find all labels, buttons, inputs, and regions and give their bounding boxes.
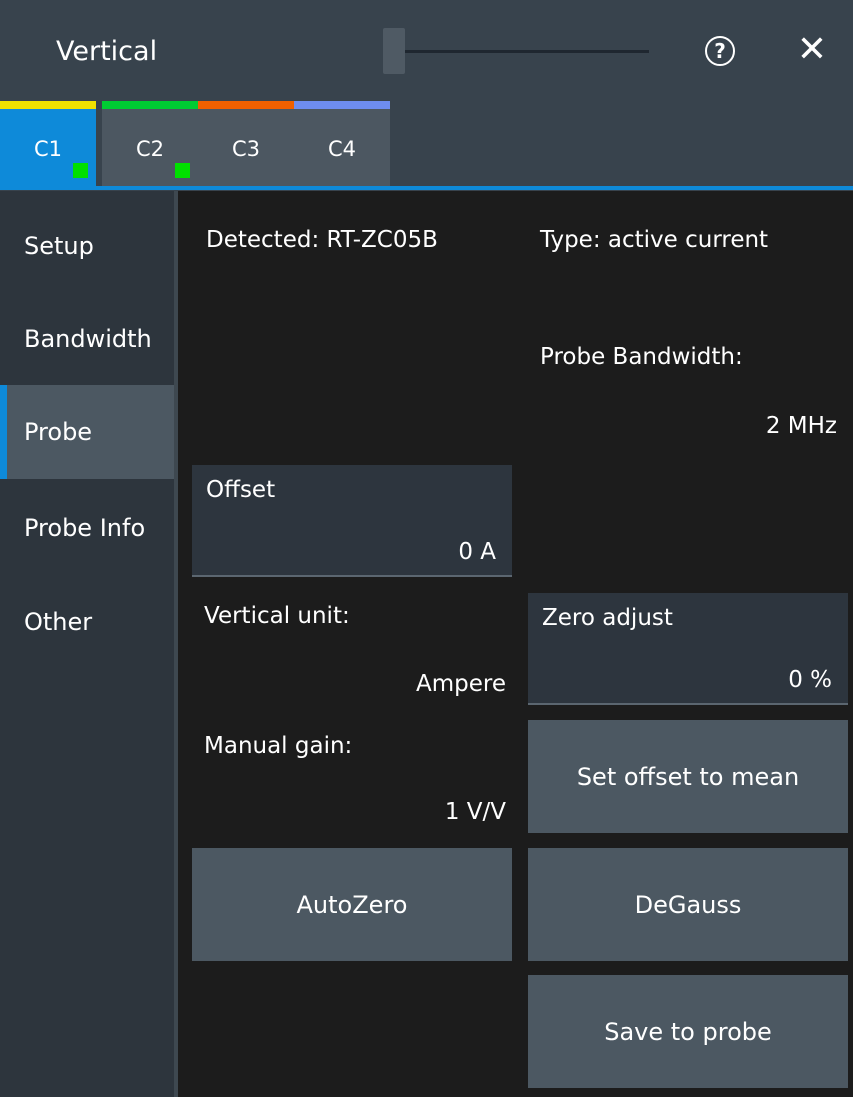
help-icon[interactable]: ?	[705, 36, 735, 66]
save-to-probe-button[interactable]: Save to probe	[528, 975, 848, 1088]
tab-label: C2	[135, 137, 165, 161]
channel-color-stripe	[198, 101, 294, 109]
channel-tabbar: C1 C2 C3 C4	[0, 101, 853, 191]
probe-type-text: Type: active current	[540, 227, 769, 253]
offset-field[interactable]: Offset 0 A	[192, 465, 512, 577]
dialog-title: Vertical	[56, 36, 158, 67]
active-indicator-bar	[0, 385, 7, 479]
tab-underline	[0, 186, 853, 190]
close-icon[interactable]: ✕	[794, 32, 830, 68]
sidebar-item-label: Probe Info	[24, 514, 146, 542]
vertical-unit-label: Vertical unit:	[204, 603, 350, 629]
probe-bandwidth-value: 2 MHz	[765, 413, 837, 439]
channel-on-indicator	[73, 163, 88, 178]
channel-color-stripe	[102, 101, 198, 109]
sidebar-nav: Setup Bandwidth Probe Probe Info Other	[0, 191, 174, 1097]
tab-label: C1	[33, 137, 63, 161]
probe-bandwidth-label: Probe Bandwidth:	[540, 344, 743, 370]
manual-gain-label: Manual gain:	[204, 733, 353, 759]
zero-adjust-field[interactable]: Zero adjust 0 %	[528, 593, 848, 705]
tab-label: C3	[231, 137, 261, 161]
offset-value: 0 A	[458, 539, 496, 565]
sidebar-item-setup[interactable]: Setup	[0, 199, 174, 293]
transparency-slider-track[interactable]	[384, 50, 649, 53]
sidebar-item-label: Bandwidth	[24, 325, 152, 353]
channel-color-stripe	[294, 101, 390, 109]
degauss-button[interactable]: DeGauss	[528, 848, 848, 961]
tab-label: C4	[327, 137, 357, 161]
sidebar-item-label: Other	[24, 608, 93, 636]
sidebar-item-probe[interactable]: Probe	[0, 385, 174, 479]
zero-adjust-value: 0 %	[788, 667, 832, 693]
tab-c4[interactable]: C4	[294, 101, 390, 186]
channel-on-indicator	[175, 163, 190, 178]
probe-panel: Detected: RT-ZC05B Type: active current …	[178, 191, 853, 1097]
sidebar-item-probe-info[interactable]: Probe Info	[0, 481, 174, 575]
tab-c3[interactable]: C3	[198, 101, 294, 186]
transparency-slider-thumb[interactable]	[383, 28, 405, 74]
tab-c2[interactable]: C2	[102, 101, 198, 186]
zero-adjust-label: Zero adjust	[542, 605, 673, 631]
channel-color-stripe	[0, 101, 96, 109]
detected-probe-text: Detected: RT-ZC05B	[206, 227, 438, 253]
set-offset-to-mean-button[interactable]: Set offset to mean	[528, 720, 848, 833]
offset-label: Offset	[206, 477, 276, 503]
vertical-unit-value: Ampere	[416, 671, 506, 697]
sidebar-item-bandwidth[interactable]: Bandwidth	[0, 292, 174, 386]
sidebar-item-label: Setup	[24, 232, 94, 260]
sidebar-item-other[interactable]: Other	[0, 575, 174, 669]
sidebar-item-label: Probe	[24, 418, 93, 446]
dialog-header: Vertical ? ✕	[0, 0, 853, 101]
tab-c1[interactable]: C1	[0, 101, 96, 186]
manual-gain-value: 1 V/V	[444, 799, 506, 825]
autozero-button[interactable]: AutoZero	[192, 848, 512, 961]
